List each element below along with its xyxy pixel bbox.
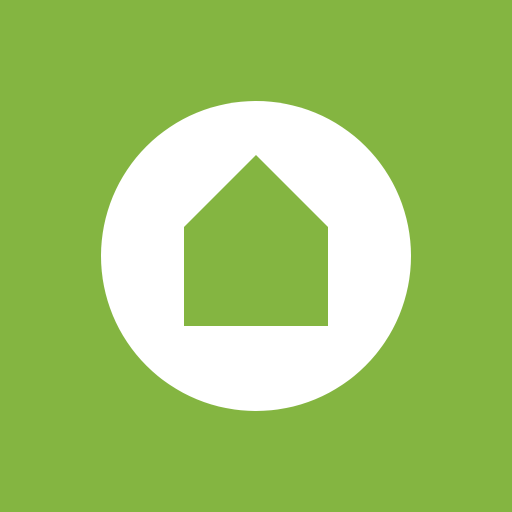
app-icon-tile[interactable]	[0, 0, 512, 512]
app-icon-graphic	[0, 0, 512, 512]
